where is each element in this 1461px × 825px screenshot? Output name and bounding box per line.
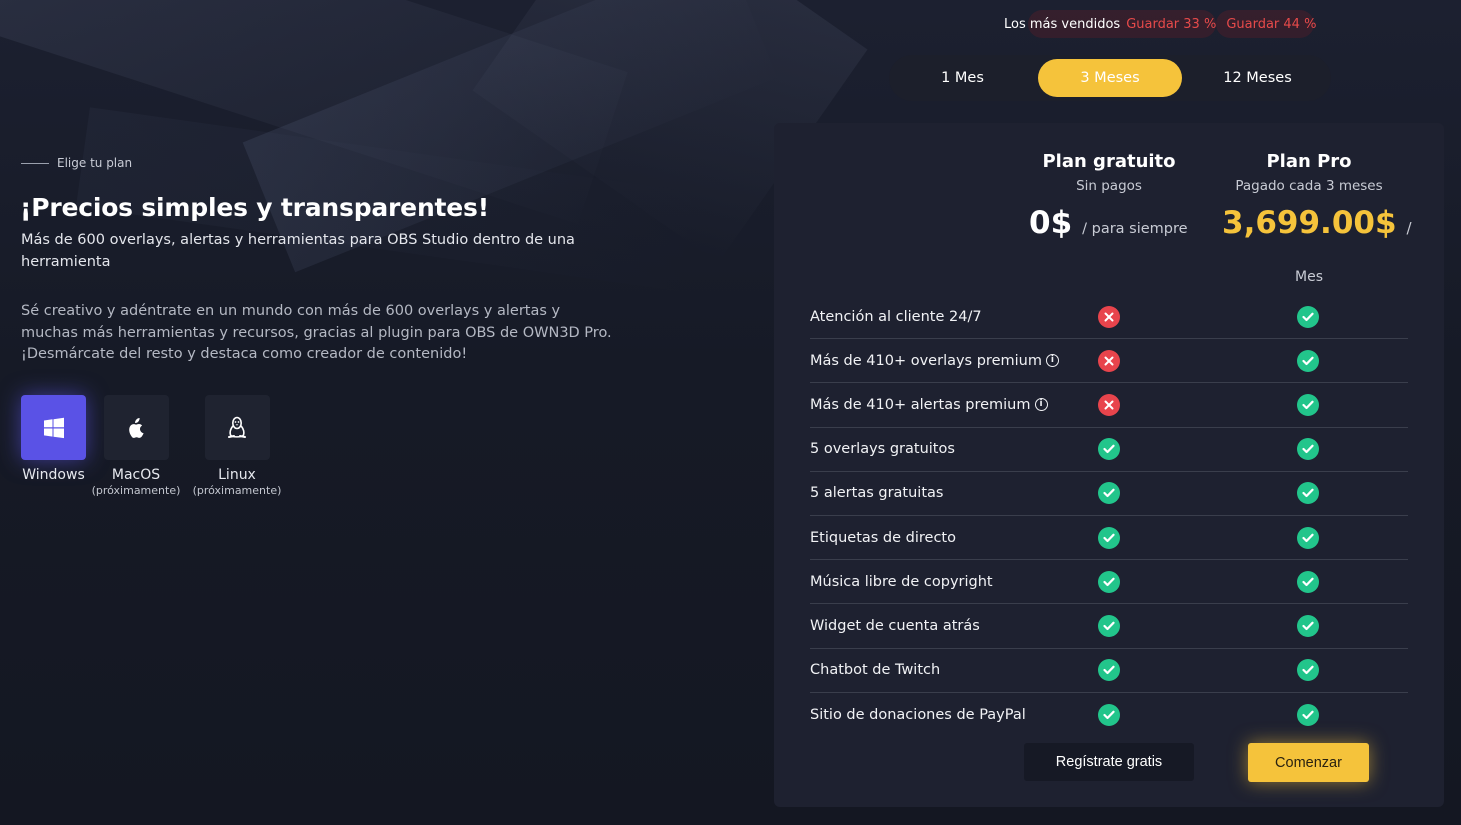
feature-label: Atención al cliente 24/7 bbox=[810, 308, 982, 325]
check-icon bbox=[1297, 659, 1319, 682]
feature-row: Más de 410+ overlays premium i bbox=[810, 339, 1408, 384]
os-name: Windows bbox=[22, 467, 85, 483]
os-selector: Windows MacOS (próximamente) Linux (próx… bbox=[21, 395, 285, 497]
eyebrow-text: Elige tu plan bbox=[57, 156, 133, 170]
feature-row: Atención al cliente 24/7 bbox=[810, 295, 1408, 340]
pricing-card: Plan gratuito Sin pagos Plan Pro Pagado … bbox=[774, 123, 1444, 807]
os-tile bbox=[103, 395, 169, 460]
check-icon bbox=[1297, 349, 1319, 372]
apple-icon bbox=[129, 417, 144, 438]
save-12-months-badge: Guardar 44 % bbox=[1226, 16, 1317, 32]
os-note: (próximamente) bbox=[91, 484, 181, 497]
os-tile bbox=[204, 395, 270, 460]
check-icon bbox=[1297, 614, 1319, 637]
page-title: ¡Precios simples y transparentes! bbox=[20, 193, 489, 222]
feature-label: Más de 410+ overlays premium bbox=[810, 352, 1042, 369]
eyebrow-line bbox=[21, 162, 49, 164]
info-icon[interactable]: i bbox=[1045, 354, 1059, 368]
cross-icon bbox=[1098, 349, 1120, 372]
page-subtitle: Más de 600 overlays, alertas y herramien… bbox=[21, 232, 575, 270]
os-name: Linux bbox=[218, 467, 256, 483]
check-icon bbox=[1297, 703, 1319, 726]
section-eyebrow: Elige tu plan bbox=[21, 156, 132, 170]
feature-name: Música libre de copyright bbox=[810, 574, 993, 590]
linux-icon bbox=[228, 416, 246, 438]
os-name: MacOS bbox=[111, 467, 161, 483]
windows-icon bbox=[43, 417, 64, 438]
plan-pro-title: Plan Pro bbox=[1266, 151, 1352, 172]
os-note: (próximamente) bbox=[192, 484, 282, 497]
plan-free-header: Plan gratuito Sin pagos bbox=[1024, 151, 1194, 194]
feature-label: Chatbot de Twitch bbox=[810, 662, 941, 679]
check-icon bbox=[1297, 393, 1319, 416]
feature-name: Sitio de donaciones de PayPal bbox=[810, 707, 1026, 723]
feature-label: 5 alertas gratuitas bbox=[810, 485, 944, 502]
feature-label: Sitio de donaciones de PayPal bbox=[810, 706, 1026, 723]
billing-option-3-months[interactable]: 3 Meses bbox=[1038, 59, 1182, 97]
check-icon bbox=[1297, 526, 1319, 549]
plan-free-title: Plan gratuito bbox=[1042, 151, 1176, 172]
feature-row: Música libre de copyright bbox=[810, 560, 1408, 605]
feature-label: Música libre de copyright bbox=[810, 573, 993, 590]
check-icon bbox=[1098, 659, 1120, 682]
feature-name: Más de 410+ overlays premium i bbox=[810, 353, 1059, 369]
info-icon[interactable]: i bbox=[1034, 398, 1048, 412]
feature-label: 5 overlays gratuitos bbox=[810, 441, 955, 458]
feature-name: 5 alertas gratuitas bbox=[810, 485, 943, 501]
plan-pro-subtitle: Pagado cada 3 meses bbox=[1235, 178, 1383, 194]
billing-option-12-months[interactable]: 12 Meses bbox=[1188, 59, 1327, 97]
feature-row: Chatbot de Twitch bbox=[810, 649, 1408, 693]
plan-pro-period: Mes bbox=[1295, 269, 1323, 285]
plan-free-subtitle: Sin pagos bbox=[1076, 178, 1142, 194]
plan-pro-per: / bbox=[1406, 219, 1412, 237]
os-option-linux[interactable]: Linux (próximamente) bbox=[189, 395, 285, 497]
plan-pro-header: Plan Pro Pagado cada 3 meses bbox=[1214, 151, 1404, 194]
cross-icon bbox=[1098, 305, 1120, 328]
billing-period-toggle: 1 Mes 3 Meses 12 Meses bbox=[889, 55, 1331, 101]
check-icon bbox=[1297, 570, 1319, 593]
plan-free-per: / para siempre bbox=[1082, 221, 1188, 237]
plan-free-amount: 0$ bbox=[1029, 205, 1073, 241]
plan-pro-amount: 3,699.00$ bbox=[1222, 205, 1397, 241]
check-icon bbox=[1297, 482, 1319, 505]
check-icon bbox=[1098, 614, 1120, 637]
check-icon bbox=[1098, 703, 1120, 726]
plan-pro-price: 3,699.00$ / bbox=[1222, 205, 1412, 241]
feature-row: Más de 410+ alertas premium i bbox=[810, 383, 1408, 428]
check-icon bbox=[1098, 438, 1120, 461]
save-3-months-badge: Guardar 33 % bbox=[1126, 16, 1217, 32]
feature-row: Sitio de donaciones de PayPal bbox=[810, 693, 1408, 737]
feature-comparison-table: Atención al cliente 24/7 Más de 410+ over… bbox=[810, 295, 1408, 737]
billing-option-1-month[interactable]: 1 Mes bbox=[893, 59, 1032, 97]
feature-name: Atención al cliente 24/7 bbox=[810, 309, 982, 325]
plan-free-price: 0$ / para siempre bbox=[1029, 205, 1188, 241]
check-icon bbox=[1297, 305, 1319, 328]
feature-row: 5 overlays gratuitos bbox=[810, 428, 1408, 472]
os-tile bbox=[21, 395, 86, 460]
savings-labels: Los más vendidos Guardar 33 % Guardar 44… bbox=[990, 10, 1318, 38]
register-free-button[interactable]: Regístrate gratis bbox=[1024, 743, 1194, 781]
os-option-windows[interactable]: Windows bbox=[21, 395, 86, 497]
feature-label: Etiquetas de directo bbox=[810, 529, 956, 546]
feature-row: Etiquetas de directo bbox=[810, 516, 1408, 561]
check-icon bbox=[1098, 482, 1120, 505]
bestseller-label: Los más vendidos bbox=[1004, 16, 1121, 32]
page-description: Sé creativo y adéntrate en un mundo con … bbox=[21, 303, 612, 362]
cross-icon bbox=[1098, 393, 1120, 416]
feature-row: 5 alertas gratuitas bbox=[810, 472, 1408, 516]
feature-name: Más de 410+ alertas premium i bbox=[810, 397, 1048, 413]
check-icon bbox=[1098, 570, 1120, 593]
feature-name: Chatbot de Twitch bbox=[810, 662, 940, 678]
feature-label: Más de 410+ alertas premium bbox=[810, 396, 1031, 413]
feature-name: Etiquetas de directo bbox=[810, 530, 956, 546]
check-icon bbox=[1297, 438, 1319, 461]
feature-row: Widget de cuenta atrás bbox=[810, 604, 1408, 649]
feature-name: Widget de cuenta atrás bbox=[810, 618, 980, 634]
start-pro-button[interactable]: Comenzar bbox=[1248, 743, 1369, 782]
feature-label: Widget de cuenta atrás bbox=[810, 617, 980, 634]
check-icon bbox=[1098, 526, 1120, 549]
feature-name: 5 overlays gratuitos bbox=[810, 441, 955, 457]
os-option-macos[interactable]: MacOS (próximamente) bbox=[88, 395, 184, 497]
